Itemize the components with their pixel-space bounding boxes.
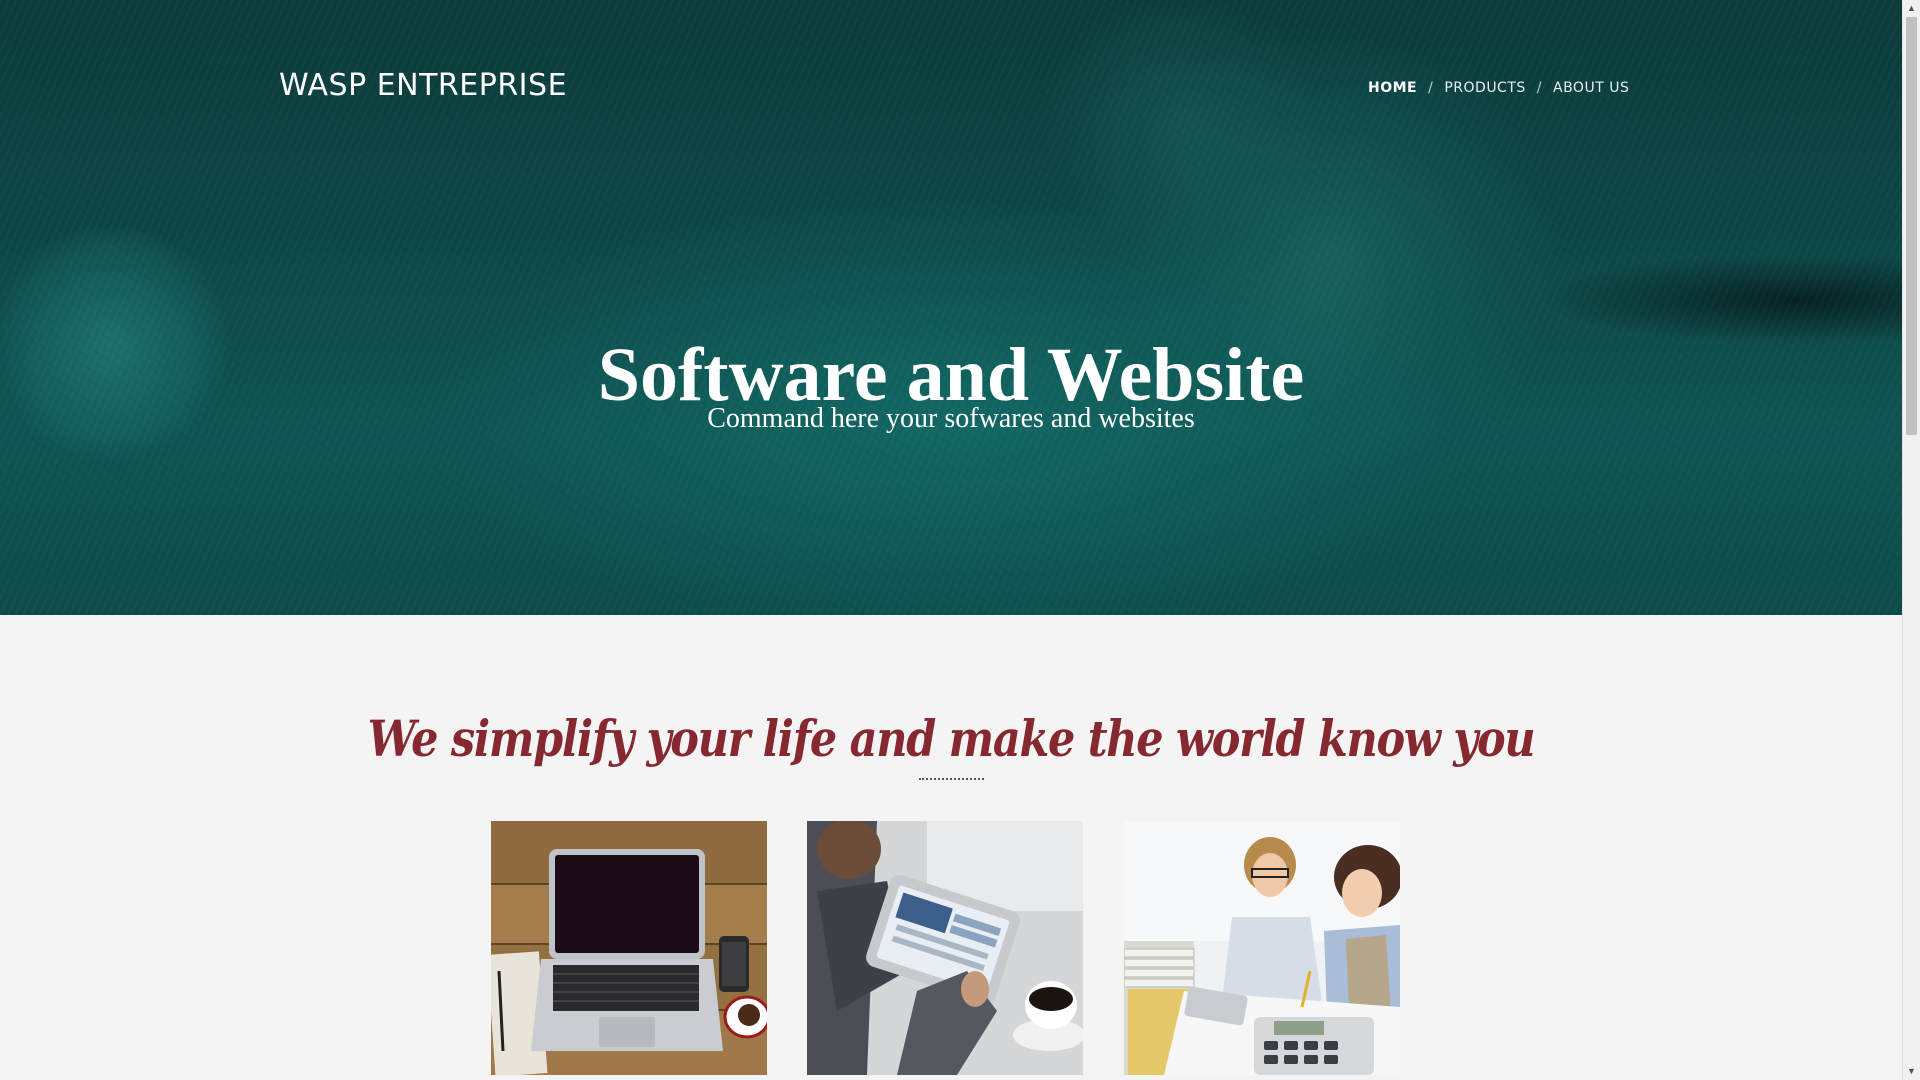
nav-about-us[interactable]: ABOUT US: [1553, 80, 1629, 96]
hero-subtitle: Command here your sofwares and websites: [707, 403, 1195, 434]
image-cards: [491, 821, 1401, 1080]
nav-separator: /: [1428, 80, 1434, 96]
card-tablet-image[interactable]: [807, 821, 1083, 1075]
scroll-down-arrow-icon[interactable]: ▼: [1903, 1063, 1920, 1080]
scroll-up-arrow-icon[interactable]: ▲: [1903, 0, 1920, 17]
card-laptop-image[interactable]: [491, 821, 767, 1075]
nav-separator: /: [1536, 80, 1542, 96]
scrollbar-thumb[interactable]: [1906, 17, 1917, 435]
nav-products[interactable]: PRODUCTS: [1444, 80, 1525, 96]
hero-title: Software and Website: [597, 332, 1305, 417]
nav-home[interactable]: HOME: [1368, 80, 1417, 96]
vertical-scrollbar[interactable]: ▲ ▼: [1902, 0, 1920, 1080]
page-content: WASP ENTREPRISE HOME / PRODUCTS / ABOUT …: [0, 0, 1902, 1080]
hero-section: WASP ENTREPRISE HOME / PRODUCTS / ABOUT …: [0, 0, 1902, 615]
page: WASP ENTREPRISE HOME / PRODUCTS / ABOUT …: [0, 0, 1920, 1080]
site-logo[interactable]: WASP ENTREPRISE: [279, 68, 567, 103]
laptop-desk-illustration: [491, 821, 767, 1075]
office-women-illustration: [1124, 821, 1400, 1075]
section-tagline: We simplify your life and make the world…: [367, 708, 1536, 768]
card-office-image[interactable]: [1124, 821, 1400, 1075]
section-divider: [919, 778, 984, 780]
main-nav: HOME / PRODUCTS / ABOUT US: [1368, 80, 1629, 96]
tablet-coffee-illustration: [807, 821, 1083, 1075]
